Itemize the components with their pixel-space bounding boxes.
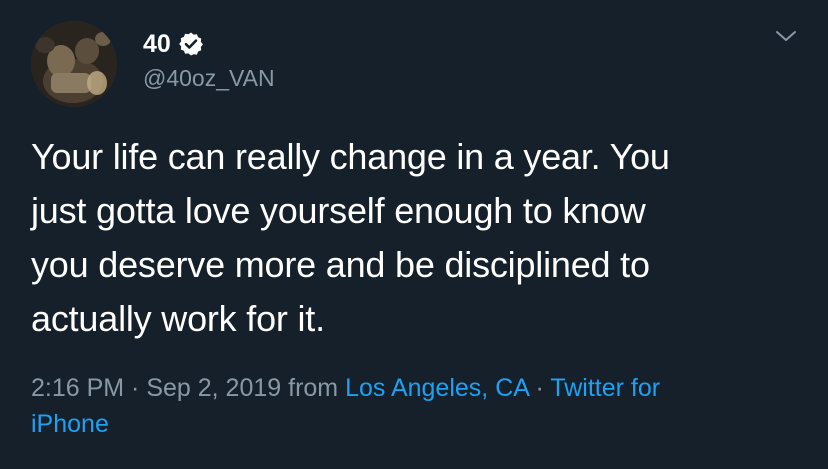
source-link-part1[interactable]: Twitter for: [550, 374, 660, 402]
author-handle[interactable]: @40oz_VAN: [143, 64, 275, 92]
tweet-text-line: Your life can really change in a year. Y…: [31, 136, 670, 177]
author-name-row[interactable]: 40: [143, 27, 204, 61]
chevron-down-icon[interactable]: [773, 27, 799, 45]
tweet-date[interactable]: Sep 2, 2019: [146, 374, 281, 402]
verified-badge-icon: [178, 31, 204, 57]
tweet-meta: 2:16 PM · Sep 2, 2019 from Los Angeles, …: [31, 370, 791, 442]
tweet-card: 40 @40oz_VAN Your life can really change…: [0, 0, 828, 469]
tweet-time[interactable]: 2:16 PM: [31, 374, 124, 402]
tweet-text-line: you deserve more and be disciplined to: [31, 244, 650, 285]
location-link[interactable]: Los Angeles, CA: [345, 374, 528, 402]
meta-separator: ·: [528, 374, 551, 402]
source-link-part2[interactable]: iPhone: [31, 410, 109, 438]
display-name[interactable]: 40: [143, 29, 171, 59]
tweet-text-line: actually work for it.: [31, 298, 325, 339]
from-label: from: [281, 374, 346, 402]
tweet-text: Your life can really change in a year. Y…: [31, 130, 791, 346]
meta-separator: ·: [124, 374, 147, 402]
avatar[interactable]: [31, 21, 117, 107]
tweet-text-line: just gotta love yourself enough to know: [31, 190, 646, 231]
avatar-photo: [31, 21, 117, 107]
